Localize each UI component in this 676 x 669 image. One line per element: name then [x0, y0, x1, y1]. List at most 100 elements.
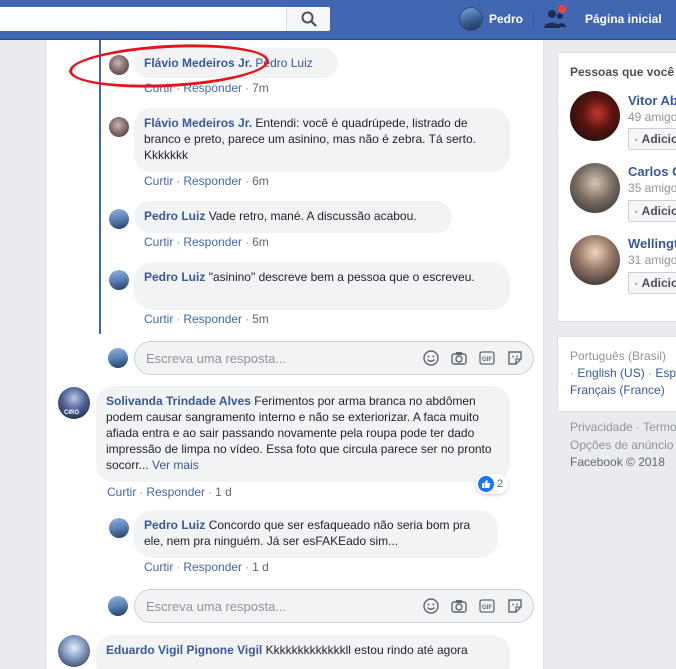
reply-placeholder: Escreva uma resposta... [146, 351, 287, 366]
like-link[interactable]: Curtir [144, 235, 173, 249]
comment-time[interactable]: 5m [252, 312, 269, 326]
add-friend-button[interactable]: Adicionar [628, 200, 676, 222]
avatar[interactable] [570, 163, 620, 213]
camera-icon[interactable] [450, 597, 468, 615]
pymk-title: Pessoas que você talvez conheça [570, 65, 676, 79]
comment-author[interactable]: Flávio Medeiros Jr. [144, 116, 252, 130]
footer-copyright: Facebook © 2018 [570, 455, 665, 469]
comment-text: Kkkkkkkkkkkkkll estou rindo até agora [265, 643, 468, 657]
profile-link[interactable]: Pedro [459, 6, 523, 32]
add-friend-button[interactable]: Adicionar [628, 128, 676, 150]
avatar[interactable] [109, 518, 129, 538]
svg-text:GIF: GIF [482, 357, 492, 363]
pymk-mutual[interactable]: 35 amigos em comum [628, 181, 676, 195]
gif-icon[interactable]: GIF [478, 349, 496, 367]
comment-time[interactable]: 6m [252, 235, 269, 249]
like-icon [478, 476, 494, 492]
add-friend-label: Adicionar [641, 132, 676, 146]
add-friend-icon [635, 209, 638, 212]
gif-icon[interactable]: GIF [478, 597, 496, 615]
language-current: Português (Brasil) [570, 349, 667, 363]
comment-actions: Curtir · Responder · 6m [144, 174, 269, 188]
avatar[interactable]: CIRO [58, 387, 90, 419]
add-friend-icon [635, 137, 638, 140]
pymk-mutual[interactable]: 49 amigos em comum [628, 110, 676, 124]
comment-actions: Curtir · Responder · 1 d [144, 560, 269, 574]
pymk-mutual[interactable]: 31 amigos em comum [628, 253, 676, 267]
home-link[interactable]: Página inicial [585, 12, 662, 26]
pymk-name[interactable]: Wellington [628, 236, 676, 251]
like-link[interactable]: Curtir [144, 174, 173, 188]
avatar-caption: CIRO [64, 410, 79, 416]
like-link[interactable]: Curtir [107, 485, 136, 499]
avatar[interactable] [58, 635, 90, 667]
camera-icon[interactable] [450, 349, 468, 367]
reply-link[interactable]: Responder [183, 235, 242, 249]
divider [533, 10, 534, 30]
reply-link[interactable]: Responder [183, 174, 242, 188]
reply-input[interactable]: Escreva uma resposta... GIF [134, 341, 534, 375]
avatar [108, 348, 128, 368]
reply-link[interactable]: Responder [183, 312, 242, 326]
comment-author[interactable]: Pedro Luiz [144, 209, 205, 223]
comment-text: Vade retro, mané. A discussão acabou. [208, 209, 417, 223]
comment-text: "asinino" descreve bem a pessoa que o es… [208, 270, 475, 284]
reply-link[interactable]: Responder [183, 560, 242, 574]
language-link[interactable]: English (US) [577, 366, 644, 380]
top-bar: Pedro Página inicial [0, 0, 676, 40]
comment-time[interactable]: 7m [252, 81, 269, 95]
comment-author[interactable]: Eduardo Vigil Pignone Vigil [106, 643, 262, 657]
pymk-card: Pessoas que você talvez conheça Vitor Ab… [557, 52, 676, 322]
comment-time[interactable]: 6m [252, 174, 269, 188]
add-friend-button[interactable]: Adicionar [628, 272, 676, 294]
add-friend-label: Adicionar [641, 276, 676, 290]
comment-actions: Curtir · Responder · 1 d [107, 485, 232, 499]
avatar[interactable] [109, 117, 129, 137]
avatar[interactable] [109, 209, 129, 229]
comment-bubble: Pedro Luiz Concordo que ser esfaqueado n… [134, 510, 498, 558]
comment-time[interactable]: 1 d [215, 485, 232, 499]
reaction-count[interactable]: 2 [476, 474, 509, 494]
language-link-row: Français (France) [570, 383, 665, 397]
footer-links[interactable]: Privacidade · Termos [570, 420, 676, 434]
reply-placeholder: Escreva uma resposta... [146, 599, 287, 614]
language-link[interactable]: Français (France) [570, 383, 665, 397]
language-list: · English (US) · Español [570, 366, 676, 380]
emoji-icon[interactable] [422, 349, 440, 367]
sticker-icon[interactable] [506, 597, 524, 615]
avatar [459, 7, 483, 31]
search-icon [301, 11, 317, 27]
pymk-name[interactable]: Carlos G [628, 164, 676, 179]
language-link[interactable]: Español [655, 366, 676, 380]
comment-actions: Curtir · Responder · 5m [144, 312, 269, 326]
comment-author[interactable]: Solivanda Trindade Alves [106, 394, 251, 408]
comment-actions: Curtir · Responder · 6m [144, 235, 269, 249]
see-more-link[interactable]: Ver mais [152, 458, 199, 472]
comment-bubble: Pedro Luiz "asinino" descreve bem a pess… [134, 262, 510, 310]
reply-input[interactable]: Escreva uma resposta... GIF [134, 589, 534, 623]
comment-time[interactable]: 1 d [252, 560, 269, 574]
add-friend-label: Adicionar [641, 204, 676, 218]
search-button[interactable] [286, 7, 330, 31]
avatar[interactable] [570, 91, 620, 141]
reaction-number: 2 [497, 478, 504, 490]
comment-bubble: Eduardo Vigil Pignone Vigil Kkkkkkkkkkkk… [96, 635, 510, 669]
comment-bubble: Pedro Luiz Vade retro, mané. A discussão… [134, 201, 452, 233]
like-link[interactable]: Curtir [144, 560, 173, 574]
footer-ad-choices[interactable]: Opções de anúncio [570, 438, 673, 452]
emoji-icon[interactable] [422, 597, 440, 615]
notification-badge [557, 4, 567, 14]
comment-bubble: Flávio Medeiros Jr. Entendi: você é quad… [134, 108, 510, 172]
comment-author[interactable]: Pedro Luiz [144, 518, 205, 532]
profile-name: Pedro [489, 12, 524, 26]
comment-author[interactable]: Pedro Luiz [144, 270, 205, 284]
avatar[interactable] [109, 270, 129, 290]
pymk-name[interactable]: Vitor Ab [628, 93, 676, 108]
add-friend-icon [635, 281, 638, 284]
search-input[interactable] [0, 7, 330, 31]
like-link[interactable]: Curtir [144, 312, 173, 326]
reply-link[interactable]: Responder [146, 485, 205, 499]
comment-bubble: Solivanda Trindade Alves Ferimentos por … [96, 386, 510, 482]
avatar[interactable] [570, 235, 620, 285]
sticker-icon[interactable] [506, 349, 524, 367]
